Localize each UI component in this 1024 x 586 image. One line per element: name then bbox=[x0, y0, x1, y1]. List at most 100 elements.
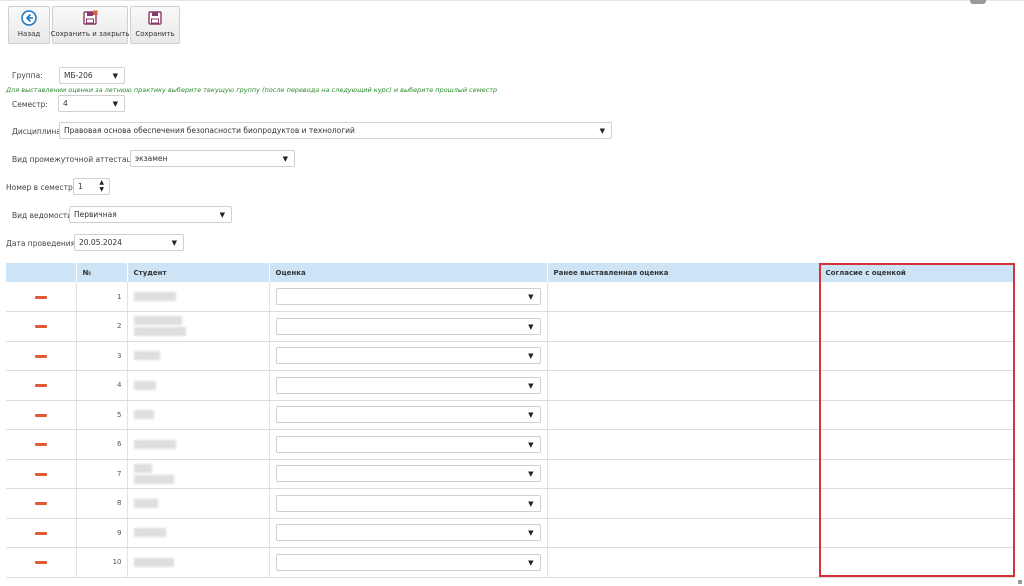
row-num: 8 bbox=[75, 488, 127, 519]
row-agreement[interactable] bbox=[818, 459, 1015, 489]
header-grade[interactable]: Оценка bbox=[269, 263, 548, 282]
back-button-label: Назад bbox=[17, 30, 41, 38]
row-delete-cell bbox=[6, 311, 76, 342]
minus-icon[interactable] bbox=[34, 502, 47, 506]
row-delete-cell bbox=[6, 459, 76, 489]
row-student bbox=[126, 459, 269, 489]
minus-icon[interactable] bbox=[34, 531, 47, 535]
grade-select[interactable]: ▼ bbox=[275, 406, 541, 424]
table-row: 5 ▼ bbox=[6, 400, 1015, 430]
header-student[interactable]: Студент bbox=[127, 263, 270, 282]
header-prev-grade[interactable]: Ранее выставленная оценка bbox=[547, 263, 820, 282]
table-row: 7 ▼ bbox=[6, 459, 1015, 489]
student-name-redacted bbox=[133, 327, 186, 337]
grade-select[interactable]: ▼ bbox=[275, 376, 541, 394]
minus-icon[interactable] bbox=[34, 443, 47, 447]
table-row: 8 ▼ bbox=[6, 488, 1015, 519]
table-row: 2 ▼ bbox=[6, 311, 1015, 342]
group-value: МБ-206 bbox=[64, 71, 93, 80]
row-grade: ▼ bbox=[268, 429, 547, 460]
row-agreement[interactable] bbox=[818, 547, 1015, 578]
table-row: 4 ▼ bbox=[6, 370, 1015, 401]
date-select[interactable]: 20.05.2024 ▼ bbox=[74, 234, 184, 251]
row-student bbox=[126, 488, 269, 519]
grade-select[interactable]: ▼ bbox=[275, 288, 541, 305]
grade-select[interactable]: ▼ bbox=[275, 524, 541, 542]
attestation-select[interactable]: экзамен ▼ bbox=[130, 150, 295, 167]
group-label: Группа: bbox=[12, 71, 43, 80]
row-student bbox=[126, 341, 269, 371]
row-student bbox=[126, 518, 269, 548]
row-prev-grade bbox=[546, 370, 819, 401]
chevron-down-icon: ▼ bbox=[528, 411, 534, 420]
row-delete-cell bbox=[6, 400, 76, 430]
student-name-redacted bbox=[133, 351, 160, 361]
row-num: 5 bbox=[75, 400, 127, 430]
group-select[interactable]: МБ-206 ▼ bbox=[59, 67, 125, 84]
header-agreement[interactable]: Согласие с оценкой bbox=[819, 263, 1016, 282]
grade-select[interactable]: ▼ bbox=[275, 494, 541, 512]
grade-select[interactable]: ▼ bbox=[275, 553, 541, 571]
minus-icon[interactable] bbox=[34, 472, 47, 476]
save-and-close-button-label: Сохранить и закрыть bbox=[50, 30, 130, 38]
chevron-down-icon: ▼ bbox=[528, 499, 534, 508]
hint-text: Для выставлении оценки за летнюю практик… bbox=[6, 86, 498, 94]
student-name-redacted bbox=[133, 316, 182, 326]
sheet-type-value: Первичная bbox=[74, 210, 117, 219]
row-agreement[interactable] bbox=[818, 311, 1015, 342]
grade-select[interactable]: ▼ bbox=[275, 435, 541, 453]
save-button[interactable]: Сохранить bbox=[130, 6, 180, 44]
minus-icon[interactable] bbox=[34, 354, 47, 358]
row-prev-grade bbox=[546, 341, 819, 371]
row-grade: ▼ bbox=[268, 547, 547, 578]
back-button[interactable]: Назад bbox=[8, 6, 50, 44]
row-agreement[interactable] bbox=[818, 370, 1015, 401]
grid-header-row: № Студент Оценка Ранее выставленная оцен… bbox=[6, 263, 1016, 282]
grade-select[interactable]: ▼ bbox=[275, 465, 541, 483]
row-prev-grade bbox=[546, 518, 819, 548]
row-student bbox=[126, 429, 269, 460]
row-agreement[interactable] bbox=[818, 488, 1015, 519]
discipline-value: Правовая основа обеспечения безопасности… bbox=[64, 126, 355, 135]
number-stepper[interactable]: 1 ▲ ▼ bbox=[73, 178, 110, 195]
sheet-type-select[interactable]: Первичная ▼ bbox=[69, 206, 232, 223]
minus-icon[interactable] bbox=[34, 384, 47, 388]
number-label: Номер в семестре bbox=[6, 183, 78, 192]
row-prev-grade bbox=[546, 311, 819, 342]
toolbar: Назад Сохранить и закрыть Сохранить bbox=[8, 6, 180, 44]
row-prev-grade bbox=[546, 547, 819, 578]
minus-icon[interactable] bbox=[34, 413, 47, 417]
student-name-redacted bbox=[133, 380, 156, 390]
row-agreement[interactable] bbox=[818, 282, 1015, 312]
minus-icon[interactable] bbox=[34, 295, 47, 299]
date-value: 20.05.2024 bbox=[79, 238, 122, 247]
save-and-close-button[interactable]: Сохранить и закрыть bbox=[50, 6, 130, 44]
table-row: 1 ▼ bbox=[6, 282, 1015, 312]
chevron-down-icon: ▼ bbox=[528, 322, 534, 331]
row-delete-cell bbox=[6, 518, 76, 548]
row-agreement[interactable] bbox=[818, 341, 1015, 371]
row-agreement[interactable] bbox=[818, 518, 1015, 548]
chevron-down-icon: ▼ bbox=[528, 558, 534, 567]
minus-icon[interactable] bbox=[34, 325, 47, 329]
discipline-select[interactable]: Правовая основа обеспечения безопасности… bbox=[59, 122, 612, 139]
minus-icon[interactable] bbox=[34, 561, 47, 565]
row-prev-grade bbox=[546, 429, 819, 460]
row-num: 7 bbox=[75, 459, 127, 489]
semester-select[interactable]: 4 ▼ bbox=[58, 95, 125, 112]
row-delete-cell bbox=[6, 370, 76, 401]
header-num[interactable]: № bbox=[76, 263, 128, 282]
grade-select[interactable]: ▼ bbox=[275, 347, 541, 365]
row-agreement[interactable] bbox=[818, 429, 1015, 460]
attestation-label: Вид промежуточной аттестации: bbox=[12, 155, 144, 164]
row-delete-cell bbox=[6, 488, 76, 519]
student-name-redacted bbox=[133, 292, 176, 301]
row-delete-cell bbox=[6, 429, 76, 460]
student-name-redacted bbox=[133, 463, 152, 473]
resize-corner bbox=[1018, 580, 1022, 584]
student-name-redacted bbox=[133, 498, 158, 508]
chevron-down-icon: ▼ bbox=[528, 470, 534, 479]
stepper-down-icon[interactable]: ▼ bbox=[99, 187, 104, 193]
grade-select[interactable]: ▼ bbox=[275, 317, 541, 335]
row-agreement[interactable] bbox=[818, 400, 1015, 430]
